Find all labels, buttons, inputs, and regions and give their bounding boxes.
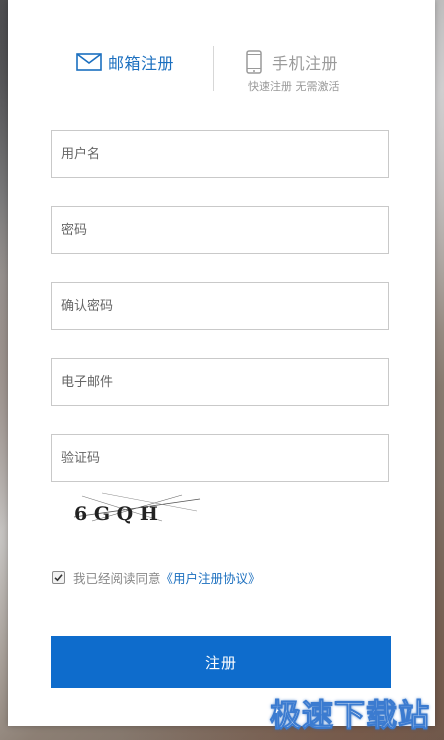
watermark-logo: 极速下载站	[270, 698, 430, 735]
username-field[interactable]	[51, 130, 389, 178]
email-field[interactable]	[51, 358, 389, 406]
register-panel: 邮箱注册 手机注册 快速注册 无需激活 用户名 电子邮件 验证码 6 G Q H…	[8, 0, 435, 726]
username-input[interactable]	[52, 131, 388, 177]
confirm-password-input[interactable]	[52, 283, 388, 329]
email-input[interactable]	[52, 359, 388, 405]
captcha-image[interactable]: 6 G Q H	[72, 491, 202, 525]
tab-email-label: 邮箱注册	[108, 54, 175, 73]
check-icon	[54, 574, 63, 582]
confirm-password-field[interactable]	[51, 282, 389, 330]
tab-phone-label: 手机注册	[272, 54, 339, 73]
tab-divider	[213, 46, 214, 91]
agreement-link[interactable]: 《用户注册协议》	[161, 568, 261, 587]
captcha-field[interactable]	[51, 434, 389, 482]
password-field[interactable]	[51, 206, 389, 254]
agreement-text: 我已经阅读同意	[73, 571, 161, 586]
envelope-icon	[76, 52, 102, 72]
captcha-input[interactable]	[52, 435, 388, 481]
captcha-text: 6 G Q H	[74, 503, 158, 525]
password-input[interactable]	[52, 207, 388, 253]
tab-email-register[interactable]: 邮箱注册	[76, 50, 174, 74]
register-tabs: 邮箱注册 手机注册 快速注册 无需激活	[8, 38, 435, 98]
tab-phone-register[interactable]: 手机注册 快速注册 无需激活	[246, 50, 340, 93]
register-button[interactable]: 注册	[51, 636, 391, 688]
agreement-checkbox[interactable]	[52, 571, 65, 584]
phone-icon	[246, 50, 262, 74]
agreement-row: 我已经阅读同意 《用户注册协议》	[52, 568, 261, 587]
tab-phone-subtitle: 快速注册 无需激活	[248, 80, 340, 93]
